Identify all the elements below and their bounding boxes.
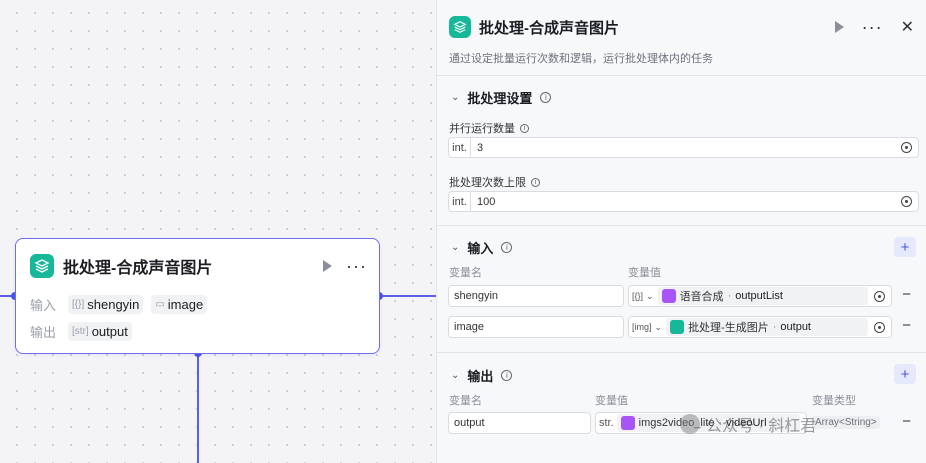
int-prefix: int.: [449, 138, 471, 157]
batch-limit-input[interactable]: int. 100: [448, 191, 919, 212]
layers-icon: [670, 320, 685, 334]
ref-chip[interactable]: 语音合成 · outputList: [657, 287, 868, 305]
layers-icon: [449, 16, 471, 38]
play-icon[interactable]: [323, 260, 333, 272]
output-section-header[interactable]: ⌄ 输出 i: [451, 366, 513, 385]
input-section-header[interactable]: ⌄ 输入 i: [451, 238, 513, 257]
node-output-label: 输出: [30, 325, 57, 340]
ref-node-name: 语音合成: [679, 291, 724, 303]
ref-var-name: output: [780, 321, 811, 333]
wechat-icon: [680, 414, 700, 434]
ref-var-name: outputList: [735, 290, 783, 302]
remove-output-button[interactable]: −: [902, 413, 911, 430]
divider: [437, 225, 926, 226]
input-col-name: 变量名: [449, 267, 482, 279]
ref-node-name: 批处理-生成图片: [688, 322, 769, 334]
parallel-count-value[interactable]: 3: [477, 142, 483, 154]
node-input-chip: [{}] shengyin: [68, 295, 144, 314]
parallel-label-row: 并行运行数量 i: [449, 120, 529, 136]
image-icon: ▭: [155, 299, 165, 310]
info-icon[interactable]: i: [501, 242, 513, 253]
more-icon[interactable]: ···: [346, 257, 367, 275]
limit-label: 批处理次数上限: [449, 177, 526, 189]
info-icon[interactable]: i: [520, 123, 529, 133]
add-input-button[interactable]: +: [894, 237, 916, 257]
chevron-down-icon[interactable]: ⌄: [451, 370, 459, 381]
divider: [437, 352, 926, 353]
input-name-field[interactable]: shengyin: [448, 285, 624, 307]
variable-ref-icon[interactable]: [901, 196, 912, 207]
remove-input-button[interactable]: −: [902, 317, 911, 334]
panel-title: 批处理-合成声音图片: [479, 19, 619, 37]
parallel-label: 并行运行数量: [449, 123, 515, 135]
limit-label-row: 批处理次数上限 i: [449, 174, 540, 190]
settings-section-header[interactable]: ⌄ 批处理设置 i: [451, 88, 552, 107]
watermark-text: 公众号 · 斜杠君: [706, 418, 817, 435]
node-title: 批处理-合成声音图片: [63, 260, 213, 277]
output-col-name: 变量名: [449, 395, 482, 407]
cube-icon: [620, 416, 635, 430]
workflow-canvas[interactable]: 批处理-合成声音图片 ··· 输入 [{}] shengyin ▭ image …: [0, 0, 436, 463]
node-input-name: shengyin: [87, 297, 140, 312]
watermark: 公众号 · 斜杠君: [680, 412, 816, 436]
ref-separator: ·: [727, 290, 732, 302]
image-array-icon: [img]: [632, 322, 652, 332]
node-input-label: 输入: [30, 298, 57, 313]
input-name-field[interactable]: image: [448, 316, 624, 338]
close-icon[interactable]: ✕: [901, 17, 914, 37]
input-value-ref[interactable]: [{}] ⌄ 语音合成 · outputList: [628, 285, 892, 307]
remove-input-button[interactable]: −: [902, 286, 911, 303]
edge-bottom: [197, 354, 199, 463]
node-outputs-row: 输出 [str] output: [30, 322, 132, 341]
array-object-icon: [{}]: [632, 291, 644, 301]
chevron-down-icon[interactable]: ⌄: [655, 322, 663, 333]
node-output-name: output: [91, 324, 128, 339]
divider: [437, 75, 926, 76]
chevron-down-icon[interactable]: ⌄: [451, 242, 459, 253]
batch-limit-value[interactable]: 100: [477, 196, 495, 208]
node-settings-panel: 批处理-合成声音图片 ··· ✕ 通过设定批量运行次数和逻辑，运行批处理体内的任…: [436, 0, 926, 463]
info-icon[interactable]: i: [501, 370, 513, 381]
variable-ref-icon[interactable]: [874, 321, 885, 333]
output-col-type: 变量类型: [812, 395, 856, 407]
edge-right: [380, 295, 436, 297]
node-input-name: image: [167, 297, 204, 312]
add-output-button[interactable]: +: [894, 364, 916, 384]
chevron-down-icon[interactable]: ⌄: [646, 291, 654, 302]
output-title: 输出: [467, 369, 494, 384]
settings-title: 批处理设置: [467, 91, 533, 106]
input-value-ref[interactable]: [img] ⌄ 批处理-生成图片 · output: [628, 316, 892, 338]
parallel-count-input[interactable]: int. 3: [448, 137, 919, 158]
batch-node[interactable]: 批处理-合成声音图片 ··· 输入 [{}] shengyin ▭ image …: [15, 238, 380, 354]
panel-description: 通过设定批量运行次数和逻辑，运行批处理体内的任务: [449, 53, 713, 65]
ref-separator: ·: [772, 321, 777, 333]
info-icon[interactable]: i: [531, 177, 540, 187]
ref-chip[interactable]: 批处理-生成图片 · output: [666, 318, 868, 336]
str-prefix: str.: [599, 417, 614, 429]
output-type-tag: Array<String>: [812, 416, 880, 429]
variable-ref-icon[interactable]: [901, 142, 912, 153]
node-output-chip: [str] output: [68, 322, 132, 341]
array-string-icon: [str]: [72, 326, 89, 337]
more-icon[interactable]: ···: [862, 18, 883, 36]
info-icon[interactable]: i: [540, 92, 552, 103]
node-inputs-row: 输入 [{}] shengyin ▭ image: [30, 295, 208, 314]
input-title: 输入: [467, 241, 494, 256]
input-col-value: 变量值: [628, 267, 661, 279]
play-icon[interactable]: [834, 21, 844, 33]
int-prefix: int.: [449, 192, 471, 211]
variable-ref-icon[interactable]: [874, 290, 885, 302]
layers-icon: [30, 254, 54, 278]
cube-icon: [661, 289, 676, 303]
output-name-field[interactable]: output: [448, 412, 591, 434]
output-col-value: 变量值: [595, 395, 628, 407]
chevron-down-icon[interactable]: ⌄: [451, 92, 459, 103]
node-input-chip: ▭ image: [151, 295, 208, 314]
array-object-icon: [{}]: [72, 299, 85, 310]
